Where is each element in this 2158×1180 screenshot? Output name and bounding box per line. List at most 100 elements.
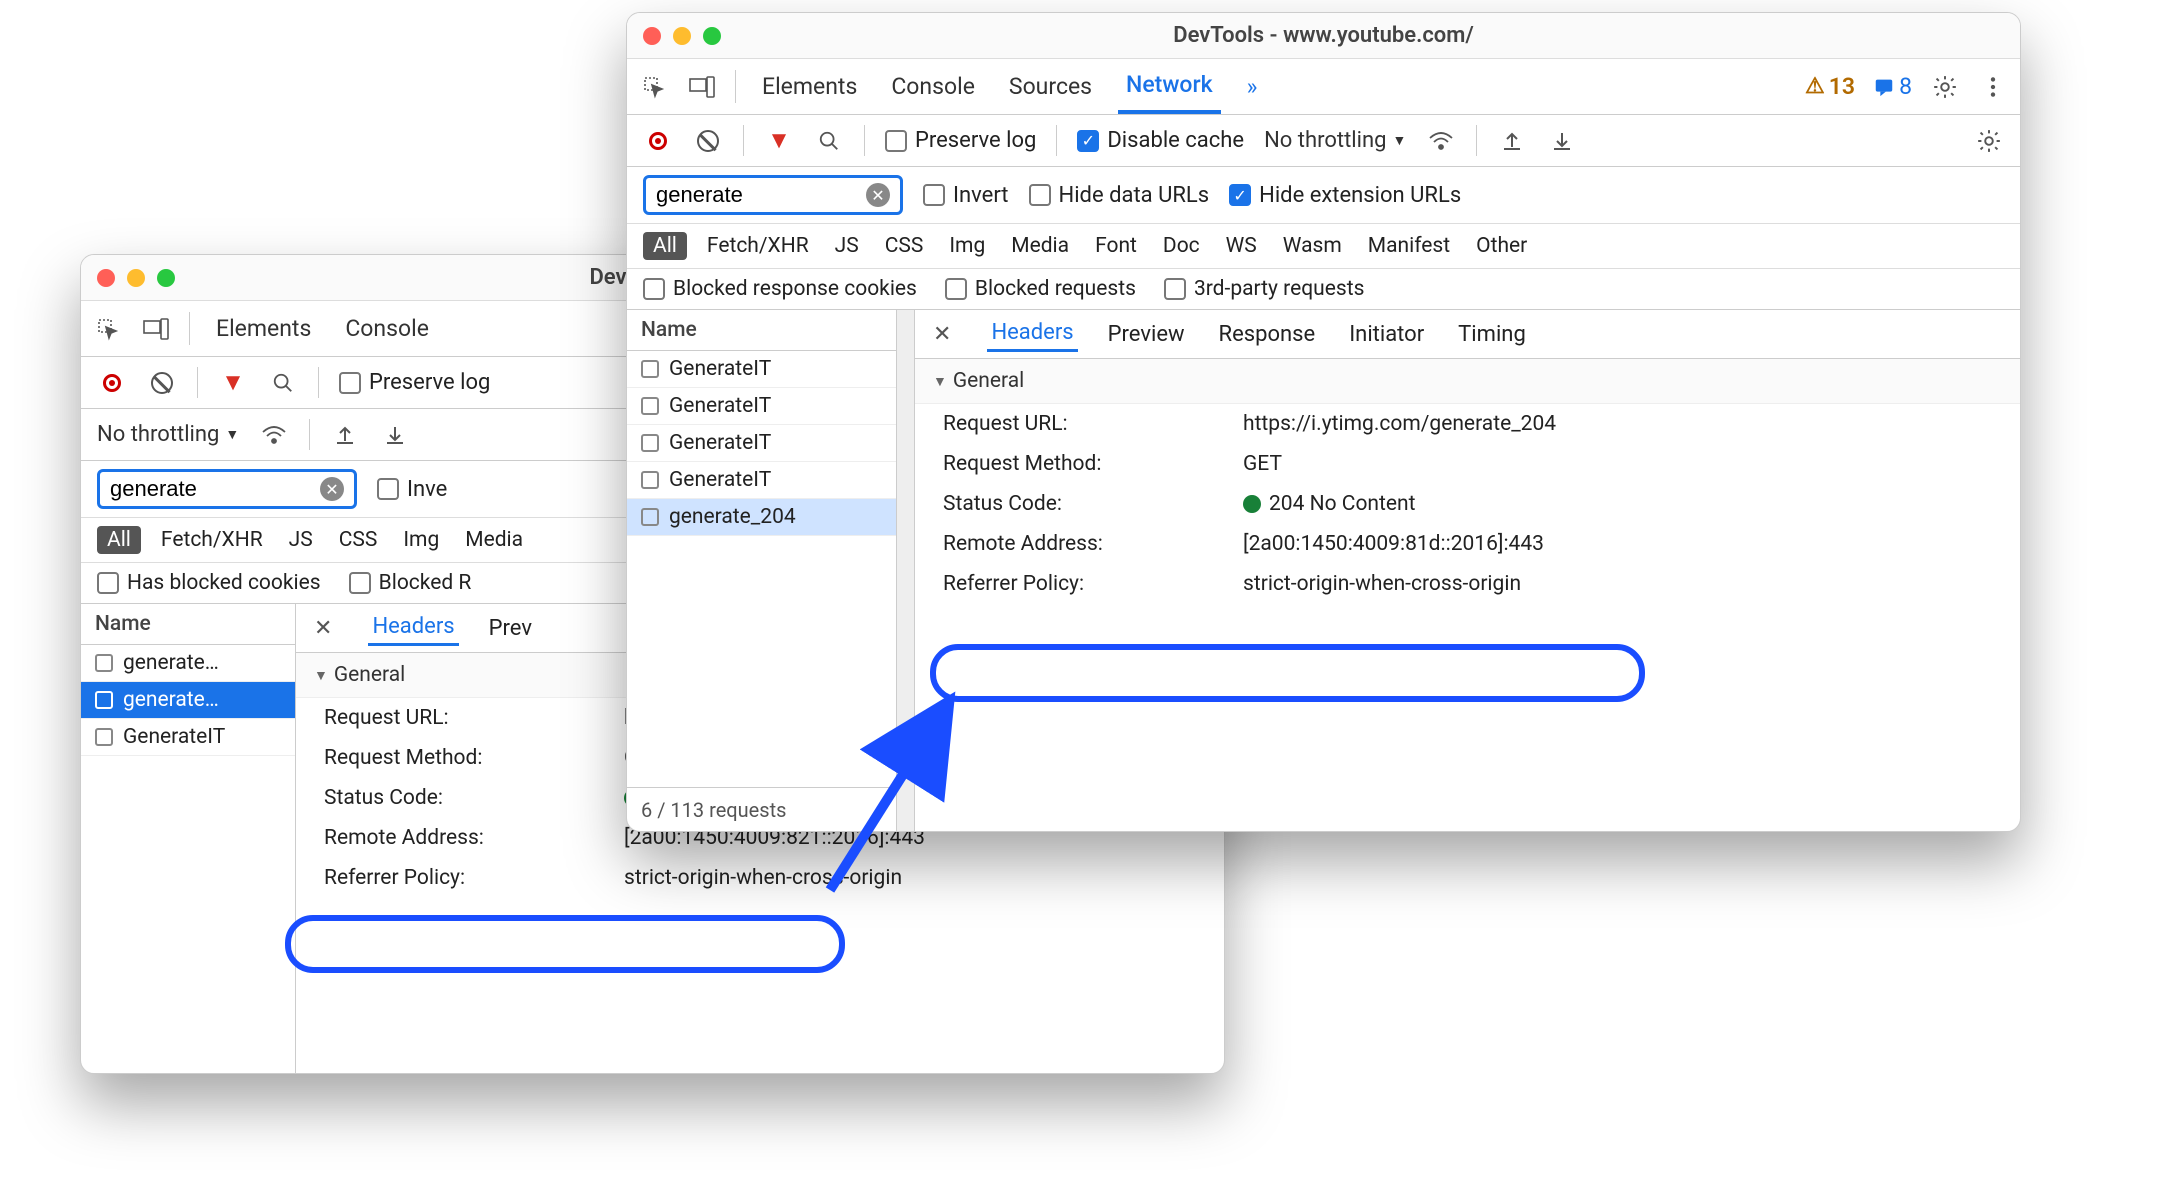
warnings-badge[interactable]: ⚠13	[1805, 73, 1855, 100]
name-column-header[interactable]: Name	[627, 310, 896, 351]
type-js[interactable]: JS	[283, 526, 319, 554]
list-item[interactable]: GenerateIT	[627, 351, 896, 388]
type-fetch[interactable]: Fetch/XHR	[701, 232, 815, 260]
download-icon[interactable]	[380, 420, 410, 450]
clear-filter-button[interactable]: ✕	[866, 183, 890, 207]
tab-headers[interactable]: Headers	[987, 316, 1077, 352]
preserve-log-label: Preserve log	[369, 370, 490, 395]
type-img[interactable]: Img	[943, 232, 991, 260]
wifi-icon[interactable]	[1426, 126, 1456, 156]
clear-button[interactable]	[147, 368, 177, 398]
tab-elements[interactable]: Elements	[754, 59, 865, 114]
type-js[interactable]: JS	[829, 232, 865, 260]
type-doc[interactable]: Doc	[1157, 232, 1206, 260]
filter-icon[interactable]: ▼	[218, 368, 248, 398]
type-ws[interactable]: WS	[1220, 232, 1263, 260]
list-item[interactable]: GenerateIT	[627, 388, 896, 425]
blocked-requests-checkbox[interactable]: Blocked R	[349, 571, 472, 595]
device-toolbar-icon[interactable]	[687, 72, 717, 102]
blocked-response-cookies-checkbox[interactable]: Blocked response cookies	[643, 277, 917, 301]
settings-gear-icon[interactable]	[1930, 72, 1960, 102]
upload-icon[interactable]	[330, 420, 360, 450]
document-icon	[641, 434, 659, 452]
tab-response[interactable]: Response	[1215, 318, 1320, 351]
preserve-log-checkbox[interactable]: Preserve log	[885, 128, 1036, 153]
blocked-filter-bar: Blocked response cookies Blocked request…	[627, 269, 2020, 310]
type-fetch[interactable]: Fetch/XHR	[155, 526, 269, 554]
list-item[interactable]: generate_204	[627, 499, 896, 536]
record-button[interactable]	[643, 126, 673, 156]
request-list: Name generate… generate… GenerateIT 3 / …	[81, 604, 296, 1074]
tab-elements[interactable]: Elements	[208, 301, 319, 356]
type-css[interactable]: CSS	[879, 232, 930, 260]
tab-headers[interactable]: Headers	[368, 610, 458, 646]
invert-checkbox[interactable]: Inve	[377, 477, 447, 502]
search-icon[interactable]	[814, 126, 844, 156]
tab-console[interactable]: Console	[337, 301, 437, 356]
list-item[interactable]: GenerateIT	[81, 719, 295, 756]
type-manifest[interactable]: Manifest	[1362, 232, 1456, 260]
clear-button[interactable]	[693, 126, 723, 156]
disable-cache-checkbox[interactable]: ✓Disable cache	[1077, 128, 1244, 153]
scrollbar[interactable]	[897, 310, 915, 832]
filter-icon[interactable]: ▼	[764, 126, 794, 156]
document-icon	[95, 654, 113, 672]
detail-tabs: ✕ Headers Preview Response Initiator Tim…	[915, 310, 2020, 359]
upload-icon[interactable]	[1497, 126, 1527, 156]
tab-initiator[interactable]: Initiator	[1345, 318, 1428, 351]
kv-status-row: Status Code:204 No Content	[915, 484, 2020, 524]
type-other[interactable]: Other	[1470, 232, 1533, 260]
filter-input[interactable]	[110, 476, 310, 502]
messages-badge[interactable]: 8	[1873, 73, 1912, 100]
type-css[interactable]: CSS	[333, 526, 384, 554]
type-font[interactable]: Font	[1089, 232, 1143, 260]
type-media[interactable]: Media	[459, 526, 529, 554]
kv-row: Referrer Policy:strict-origin-when-cross…	[296, 858, 1224, 898]
document-icon	[641, 360, 659, 378]
tab-console[interactable]: Console	[883, 59, 983, 114]
list-item[interactable]: GenerateIT	[627, 462, 896, 499]
hide-extension-urls-checkbox[interactable]: ✓Hide extension URLs	[1229, 183, 1461, 208]
tab-network[interactable]: Network	[1118, 59, 1221, 114]
type-media[interactable]: Media	[1005, 232, 1075, 260]
download-icon[interactable]	[1547, 126, 1577, 156]
invert-checkbox[interactable]: Invert	[923, 183, 1009, 208]
tab-timing[interactable]: Timing	[1454, 318, 1530, 351]
type-all[interactable]: All	[97, 526, 141, 554]
inspect-icon[interactable]	[639, 72, 669, 102]
device-toolbar-icon[interactable]	[141, 314, 171, 344]
throttling-select[interactable]: No throttling ▼	[1264, 128, 1406, 153]
hide-data-urls-checkbox[interactable]: Hide data URLs	[1029, 183, 1210, 208]
list-item[interactable]: GenerateIT	[627, 425, 896, 462]
tab-preview[interactable]: Prev	[485, 612, 536, 645]
filter-input[interactable]	[656, 182, 856, 208]
general-section-header[interactable]: ▼General	[915, 359, 2020, 404]
throttling-select[interactable]: No throttling ▼	[97, 422, 239, 447]
type-img[interactable]: Img	[397, 526, 445, 554]
type-filter-bar: All Fetch/XHR JS CSS Img Media Font Doc …	[627, 224, 2020, 269]
request-count: 6 / 113 requests	[627, 787, 896, 832]
tab-preview[interactable]: Preview	[1104, 318, 1189, 351]
more-tabs-button[interactable]: »	[1239, 59, 1266, 114]
filter-input-wrap: ✕	[643, 175, 903, 215]
network-settings-gear-icon[interactable]	[1974, 126, 2004, 156]
blocked-cookies-checkbox[interactable]: Has blocked cookies	[97, 571, 321, 595]
tab-sources[interactable]: Sources	[1001, 59, 1100, 114]
blocked-requests-checkbox[interactable]: Blocked requests	[945, 277, 1136, 301]
name-column-header[interactable]: Name	[81, 604, 295, 645]
document-icon	[641, 397, 659, 415]
preserve-log-checkbox[interactable]: Preserve log	[339, 370, 490, 395]
list-item[interactable]: generate…	[81, 645, 295, 682]
search-icon[interactable]	[268, 368, 298, 398]
list-item[interactable]: generate…	[81, 682, 295, 719]
close-detail-button[interactable]: ✕	[933, 322, 961, 347]
wifi-icon[interactable]	[259, 420, 289, 450]
clear-filter-button[interactable]: ✕	[320, 477, 344, 501]
inspect-icon[interactable]	[93, 314, 123, 344]
type-wasm[interactable]: Wasm	[1277, 232, 1348, 260]
third-party-checkbox[interactable]: 3rd-party requests	[1164, 277, 1364, 301]
type-all[interactable]: All	[643, 232, 687, 260]
record-button[interactable]	[97, 368, 127, 398]
close-detail-button[interactable]: ✕	[314, 616, 342, 641]
more-menu-icon[interactable]	[1978, 72, 2008, 102]
